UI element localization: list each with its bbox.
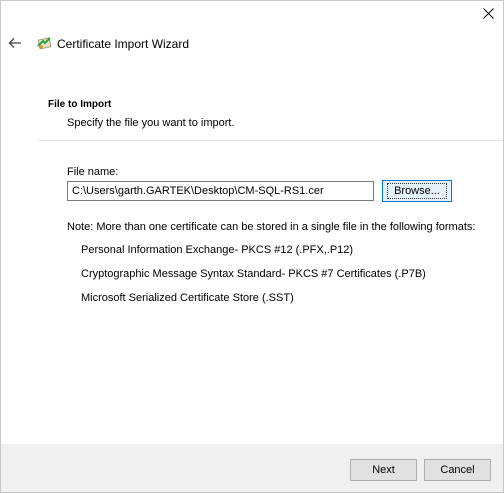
format-item-p7b: Cryptographic Message Syntax Standard- P… bbox=[81, 268, 426, 280]
wizard-footer: Next Cancel bbox=[1, 444, 503, 492]
file-name-label: File name: bbox=[67, 166, 119, 178]
back-button[interactable] bbox=[7, 35, 23, 51]
back-arrow-icon bbox=[8, 38, 21, 48]
format-item-sst: Microsoft Serialized Certificate Store (… bbox=[81, 292, 294, 304]
close-icon bbox=[482, 7, 494, 19]
page-header: File to Import Specify the file you want… bbox=[1, 84, 503, 141]
close-button[interactable] bbox=[473, 1, 503, 25]
format-item-pfx: Personal Information Exchange- PKCS #12 … bbox=[81, 244, 354, 256]
wizard-title: Certificate Import Wizard bbox=[57, 37, 190, 51]
browse-button-label: Browse... bbox=[387, 183, 447, 199]
page-title: File to Import bbox=[48, 99, 112, 110]
wizard-window: Certificate Import Wizard File to Import… bbox=[0, 0, 504, 493]
file-name-input[interactable] bbox=[67, 181, 374, 201]
browse-button[interactable]: Browse... bbox=[382, 180, 452, 202]
wizard-content: File to Import Specify the file you want… bbox=[1, 84, 503, 444]
certificate-icon bbox=[37, 37, 52, 50]
page-subtitle: Specify the file you want to import. bbox=[67, 117, 235, 129]
header-divider bbox=[39, 140, 503, 141]
formats-note: Note: More than one certificate can be s… bbox=[67, 221, 476, 233]
formats-list: Personal Information Exchange- PKCS #12 … bbox=[81, 244, 426, 316]
cancel-button[interactable]: Cancel bbox=[424, 459, 491, 481]
next-button[interactable]: Next bbox=[350, 459, 417, 481]
